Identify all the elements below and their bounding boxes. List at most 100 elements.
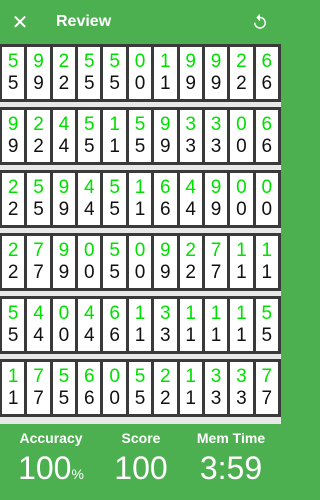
answer-digit: 5	[58, 366, 70, 387]
accuracy-stat: Accuracy 100%	[10, 430, 92, 487]
answer-digit: 0	[236, 177, 247, 198]
digit-cell: 66	[78, 362, 101, 414]
recall-digit: 6	[109, 325, 120, 346]
answer-digit: 3	[210, 114, 222, 135]
answer-digit: 1	[109, 114, 120, 135]
recall-digit: 5	[7, 73, 19, 94]
recall-digit: 1	[160, 73, 171, 94]
digit-cell: 11	[103, 110, 126, 162]
accuracy-value: 100	[18, 450, 72, 486]
score-value: 100	[114, 450, 168, 486]
recall-digit: 3	[210, 136, 222, 157]
answer-digit: 1	[185, 366, 196, 387]
digit-row: 5599225555001199992266	[0, 44, 281, 102]
recall-digit: 7	[210, 262, 222, 283]
recall-digit: 9	[160, 262, 171, 283]
digit-cell: 00	[230, 173, 253, 225]
digit-cell: 11	[230, 236, 253, 288]
memtime-label: Mem Time	[196, 430, 266, 446]
digit-cell: 55	[2, 299, 25, 351]
recall-digit: 2	[7, 199, 19, 220]
digit-cell: 66	[103, 299, 126, 351]
digit-cell: 55	[103, 236, 126, 288]
recall-digit: 0	[134, 262, 146, 283]
recall-digit: 5	[134, 388, 146, 409]
answer-digit: 7	[210, 240, 222, 261]
answer-digit: 1	[210, 303, 222, 324]
digit-cell: 11	[204, 299, 228, 351]
digit-cell: 33	[179, 110, 202, 162]
recall-digit: 1	[261, 262, 273, 283]
recall-digit: 9	[7, 136, 19, 157]
digit-cell: 22	[230, 47, 253, 99]
digit-cell: 99	[204, 173, 228, 225]
answer-digit: 3	[160, 303, 171, 324]
digit-cell: 99	[154, 236, 177, 288]
digit-cell: 22	[2, 173, 25, 225]
answer-digit: 1	[7, 366, 19, 387]
digit-cell: 11	[128, 173, 152, 225]
digit-cell: 77	[255, 362, 278, 414]
answer-digit: 5	[134, 366, 146, 387]
digit-cell: 00	[230, 110, 253, 162]
answer-digit: 0	[134, 51, 146, 72]
recall-digit: 2	[236, 73, 247, 94]
digit-cell: 44	[52, 110, 76, 162]
score-label: Score	[121, 430, 161, 446]
digit-cell: 99	[52, 173, 76, 225]
digit-cell: 44	[78, 299, 101, 351]
answer-digit: 6	[160, 177, 171, 198]
accuracy-label: Accuracy	[19, 430, 83, 446]
recall-digit: 9	[185, 73, 196, 94]
recall-digit: 0	[236, 199, 247, 220]
answer-digit: 1	[261, 240, 273, 261]
digit-cell: 77	[204, 236, 228, 288]
answer-digit: 3	[210, 366, 222, 387]
answer-digit: 5	[109, 240, 120, 261]
answer-digit: 7	[33, 240, 44, 261]
digit-cell: 77	[27, 236, 50, 288]
digit-cell: 11	[179, 299, 202, 351]
accuracy-value-wrap: 100%	[10, 450, 92, 487]
answer-digit: 1	[185, 303, 196, 324]
recall-digit: 5	[7, 325, 19, 346]
digit-cell: 99	[154, 110, 177, 162]
digit-row: 2277990055009922771111	[0, 233, 281, 291]
recall-digit: 2	[7, 262, 19, 283]
answer-digit: 0	[261, 177, 273, 198]
digit-cell: 00	[128, 236, 152, 288]
digit-cell: 00	[78, 236, 101, 288]
recall-digit: 5	[134, 136, 146, 157]
answer-digit: 2	[33, 114, 44, 135]
digit-cell: 22	[52, 47, 76, 99]
recall-digit: 7	[261, 388, 273, 409]
recall-digit: 6	[160, 199, 171, 220]
recall-digit: 4	[58, 136, 70, 157]
recall-digit: 1	[236, 325, 247, 346]
digit-cell: 55	[78, 47, 101, 99]
answer-digit: 5	[109, 51, 120, 72]
close-button[interactable]: ✕	[2, 0, 38, 44]
answer-digit: 2	[236, 51, 247, 72]
recall-digit: 0	[236, 136, 247, 157]
recall-digit: 9	[160, 136, 171, 157]
digit-cell: 11	[154, 47, 177, 99]
digit-cell: 99	[2, 110, 25, 162]
recall-digit: 5	[83, 73, 95, 94]
recall-digit: 3	[236, 388, 247, 409]
digit-cell: 22	[27, 110, 50, 162]
answer-digit: 5	[7, 51, 19, 72]
recall-digit: 5	[109, 73, 120, 94]
answer-digit: 7	[33, 366, 44, 387]
answer-digit: 1	[160, 51, 171, 72]
digit-cell: 33	[204, 110, 228, 162]
answer-digit: 1	[236, 303, 247, 324]
answer-digit: 4	[83, 177, 95, 198]
recall-digit: 6	[261, 136, 273, 157]
digit-cell: 66	[255, 47, 278, 99]
digit-cell: 11	[128, 299, 152, 351]
reset-button[interactable]	[249, 11, 271, 33]
digit-cell: 00	[103, 362, 126, 414]
answer-digit: 2	[7, 240, 19, 261]
recall-digit: 7	[33, 388, 44, 409]
